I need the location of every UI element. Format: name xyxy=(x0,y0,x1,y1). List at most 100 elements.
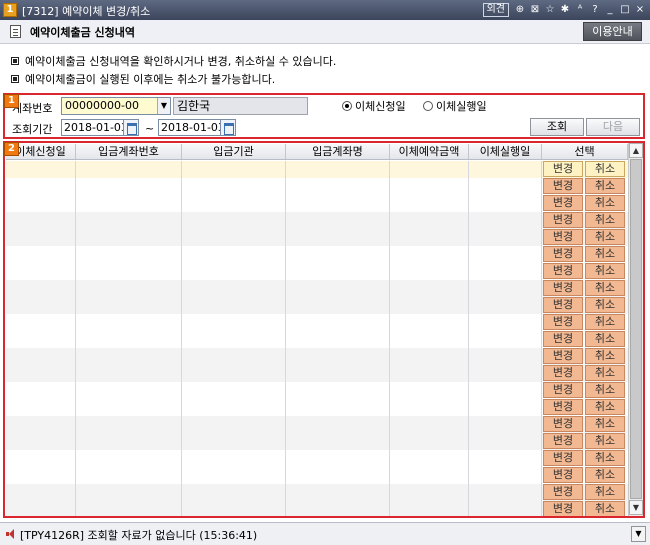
change-button[interactable]: 변경 xyxy=(543,382,583,398)
account-input[interactable]: 00000000-00 xyxy=(61,97,171,115)
change-button[interactable]: 변경 xyxy=(543,416,583,432)
chevron-down-icon[interactable]: ▼ xyxy=(631,526,646,542)
cancel-button[interactable]: 취소 xyxy=(585,365,625,381)
cancel-button[interactable]: 취소 xyxy=(585,450,625,466)
change-button[interactable]: 변경 xyxy=(543,314,583,330)
table-row[interactable]: 변경 취소 xyxy=(6,348,628,365)
table-row[interactable]: 변경 취소 xyxy=(6,314,628,331)
radio-unchecked-icon[interactable] xyxy=(423,101,433,111)
table-row[interactable]: 변경 취소 xyxy=(6,246,628,263)
table-row[interactable]: 변경 취소 xyxy=(6,178,628,195)
change-button[interactable]: 변경 xyxy=(543,229,583,245)
ext-button[interactable]: 외견 xyxy=(482,3,509,17)
scroll-up-icon[interactable]: ▲ xyxy=(629,143,643,158)
table-row[interactable]: 변경 취소 xyxy=(6,195,628,212)
maximize-icon[interactable]: □ xyxy=(619,4,631,16)
change-button[interactable]: 변경 xyxy=(543,178,583,194)
cancel-button[interactable]: 취소 xyxy=(585,195,625,211)
cancel-button[interactable]: 취소 xyxy=(585,348,625,364)
column-header[interactable]: 입금계좌명 xyxy=(286,144,390,159)
change-button[interactable]: 변경 xyxy=(543,450,583,466)
column-header[interactable]: 이체예약금액 xyxy=(390,144,469,159)
change-button[interactable]: 변경 xyxy=(543,331,583,347)
column-header[interactable]: 이체실행일 xyxy=(469,144,542,159)
change-button[interactable]: 변경 xyxy=(543,297,583,313)
cancel-button[interactable]: 취소 xyxy=(585,501,625,516)
minimize-icon[interactable]: _ xyxy=(604,4,616,16)
table-row[interactable]: 변경 취소 xyxy=(6,467,628,484)
table-row[interactable]: 변경 취소 xyxy=(6,365,628,382)
change-button[interactable]: 변경 xyxy=(543,365,583,381)
change-button[interactable]: 변경 xyxy=(543,195,583,211)
close-square-icon[interactable]: ⊠ xyxy=(529,4,541,16)
cancel-button[interactable]: 취소 xyxy=(585,229,625,245)
change-button[interactable]: 변경 xyxy=(543,280,583,296)
table-row[interactable]: 변경 취소 xyxy=(6,331,628,348)
cancel-button[interactable]: 취소 xyxy=(585,433,625,449)
table-row[interactable]: 변경 취소 xyxy=(6,382,628,399)
cancel-button[interactable]: 취소 xyxy=(585,297,625,313)
change-button[interactable]: 변경 xyxy=(543,501,583,516)
star-icon[interactable]: ☆ xyxy=(544,4,556,16)
radio-label: 이체신청일 xyxy=(355,100,406,113)
cancel-button[interactable]: 취소 xyxy=(585,212,625,228)
settings-icon[interactable]: ✱ xyxy=(559,4,571,16)
column-header[interactable]: 입금계좌번호 xyxy=(76,144,182,159)
change-button[interactable]: 변경 xyxy=(543,212,583,228)
change-button[interactable]: 변경 xyxy=(543,433,583,449)
change-button[interactable]: 변경 xyxy=(543,399,583,415)
change-button[interactable]: 변경 xyxy=(543,348,583,364)
change-button[interactable]: 변경 xyxy=(543,484,583,500)
radio-checked-icon[interactable] xyxy=(342,101,352,111)
table-row[interactable]: 변경 취소 xyxy=(6,161,628,178)
cancel-button[interactable]: 취소 xyxy=(585,331,625,347)
calendar-icon[interactable] xyxy=(123,119,139,136)
table-row[interactable]: 변경 취소 xyxy=(6,280,628,297)
calendar-icon[interactable] xyxy=(220,119,236,136)
close-icon[interactable]: × xyxy=(634,4,646,16)
vertical-scrollbar[interactable]: ▲ ▼ xyxy=(628,143,643,516)
table-row[interactable]: 변경 취소 xyxy=(6,433,628,450)
table-cell xyxy=(76,178,182,195)
table-row[interactable]: 변경 취소 xyxy=(6,229,628,246)
column-header[interactable]: 선택 xyxy=(542,144,628,159)
period-label: 조회기간 xyxy=(12,123,53,136)
change-button[interactable]: 변경 xyxy=(543,263,583,279)
cancel-button[interactable]: 취소 xyxy=(585,263,625,279)
table-cell xyxy=(6,365,76,382)
guide-button[interactable]: 이용안내 xyxy=(583,22,642,41)
cancel-button[interactable]: 취소 xyxy=(585,484,625,500)
table-row[interactable]: 변경 취소 xyxy=(6,484,628,501)
scrollbar-thumb[interactable] xyxy=(630,159,642,499)
change-button[interactable]: 변경 xyxy=(543,467,583,483)
cancel-button[interactable]: 취소 xyxy=(585,161,625,177)
radio-execution-date[interactable]: 이체실행일 xyxy=(423,98,487,114)
table-cell xyxy=(182,382,286,399)
table-row[interactable]: 변경 취소 xyxy=(6,450,628,467)
next-button[interactable]: 다음 xyxy=(586,118,640,136)
radio-request-date[interactable]: 이체신청일 xyxy=(342,98,406,114)
change-button[interactable]: 변경 xyxy=(543,161,583,177)
column-header[interactable]: 입금기관 xyxy=(182,144,286,159)
cancel-button[interactable]: 취소 xyxy=(585,467,625,483)
query-button[interactable]: 조회 xyxy=(530,118,584,136)
cancel-button[interactable]: 취소 xyxy=(585,280,625,296)
chevron-down-icon[interactable]: ▼ xyxy=(157,98,170,114)
cancel-button[interactable]: 취소 xyxy=(585,314,625,330)
pin-icon[interactable]: ⊕ xyxy=(514,4,526,16)
scroll-down-icon[interactable]: ▼ xyxy=(629,500,643,515)
cancel-button[interactable]: 취소 xyxy=(585,178,625,194)
change-button[interactable]: 변경 xyxy=(543,246,583,262)
table-row[interactable]: 변경 취소 xyxy=(6,416,628,433)
table-row[interactable]: 변경 취소 xyxy=(6,501,628,516)
table-row[interactable]: 변경 취소 xyxy=(6,297,628,314)
table-row[interactable]: 변경 취소 xyxy=(6,212,628,229)
table-row[interactable]: 변경 취소 xyxy=(6,263,628,280)
cancel-button[interactable]: 취소 xyxy=(585,246,625,262)
cancel-button[interactable]: 취소 xyxy=(585,382,625,398)
cancel-button[interactable]: 취소 xyxy=(585,399,625,415)
cancel-button[interactable]: 취소 xyxy=(585,416,625,432)
table-row[interactable]: 변경 취소 xyxy=(6,399,628,416)
font-icon[interactable]: ᴬ xyxy=(574,4,586,16)
help-icon[interactable]: ? xyxy=(589,4,601,16)
